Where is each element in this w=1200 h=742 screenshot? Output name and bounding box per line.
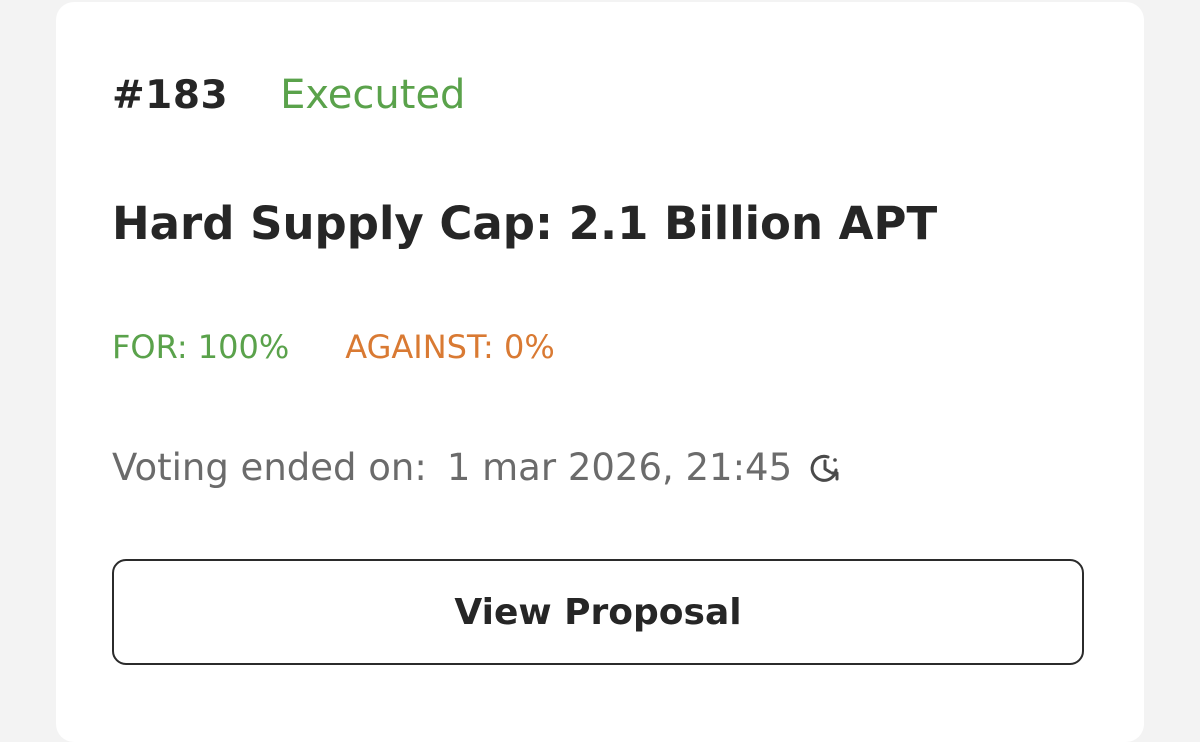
proposal-number: #183 <box>112 72 229 118</box>
vote-against-percentage: AGAINST: 0% <box>345 328 555 366</box>
vote-results: FOR: 100% AGAINST: 0% <box>112 328 555 366</box>
voting-end-info: Voting ended on: 1 mar 2026, 21:45 <box>112 446 844 489</box>
clock-icon <box>808 450 844 486</box>
vote-for-percentage: FOR: 100% <box>112 328 290 366</box>
proposal-card: #183 Executed Hard Supply Cap: 2.1 Billi… <box>56 2 1144 742</box>
proposal-header: #183 Executed <box>112 70 465 120</box>
view-proposal-button[interactable]: View Proposal <box>112 559 1084 665</box>
proposal-title: Hard Supply Cap: 2.1 Billion APT <box>112 197 938 250</box>
status-badge: Executed <box>280 72 466 118</box>
voting-end-label: Voting ended on: <box>112 446 427 489</box>
voting-end-date: 1 mar 2026, 21:45 <box>446 446 793 489</box>
